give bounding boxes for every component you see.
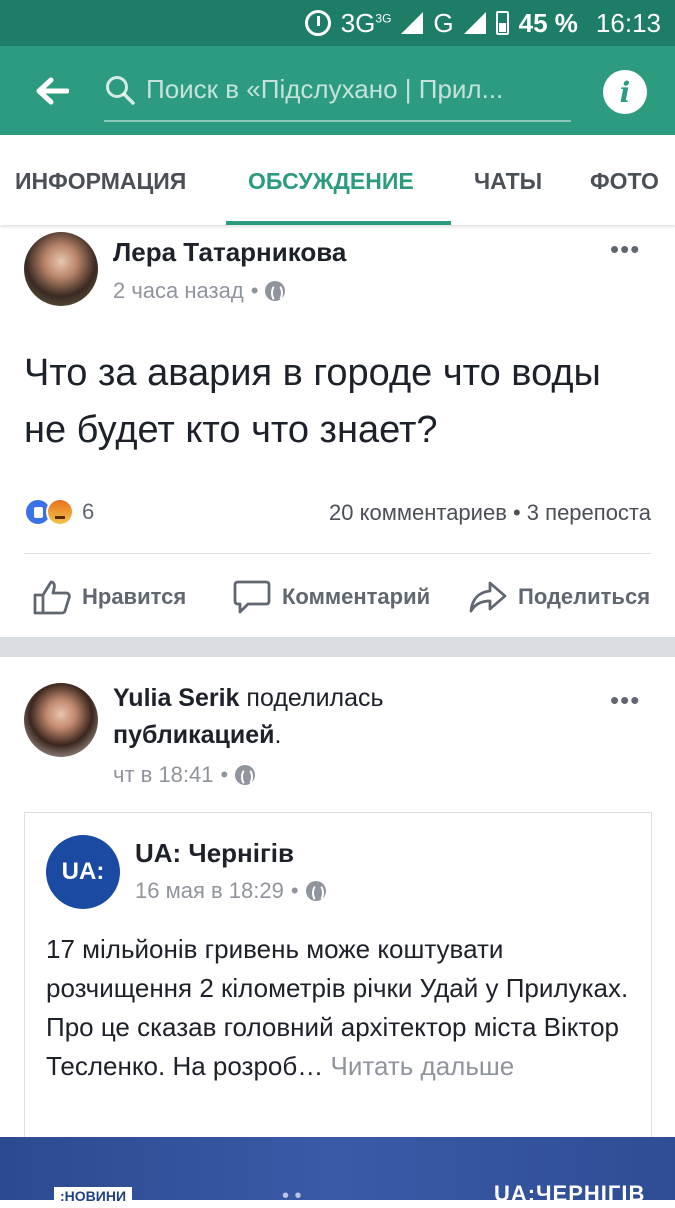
post-actions: Нравится Комментарий Поделиться [0, 565, 675, 629]
share-icon [469, 581, 507, 613]
author-avatar-2[interactable] [24, 683, 98, 757]
alarm-icon [304, 10, 331, 36]
media-preview[interactable]: :НОВИНИ • • UA:ЧЕРНІГІВ [0, 1137, 675, 1207]
network-type: 3G3G [340, 7, 392, 38]
tab-discussion[interactable]: ОБСУЖДЕНИЕ [248, 135, 414, 225]
post-separator [0, 637, 675, 657]
comments-shares-count[interactable]: 20 комментариев • 3 перепоста [329, 500, 651, 526]
globe-icon [235, 765, 256, 786]
share-label: Поделиться [518, 584, 651, 609]
post2-header-line1: Yulia Serik поделилась [113, 684, 384, 713]
comment-button[interactable]: Комментарий [232, 565, 430, 629]
post2-meta: чт в 18:41 • [113, 762, 256, 788]
angry-reaction-icon [46, 498, 74, 526]
thumbs-up-icon [33, 580, 71, 615]
signal-icon [401, 12, 424, 34]
comment-label: Комментарий [282, 584, 431, 609]
signal-icon-2 [463, 12, 486, 34]
tab-info[interactable]: ИНФОРМАЦИЯ [15, 135, 186, 225]
meta-separator: • [250, 278, 259, 303]
tab-chats[interactable]: ЧАТЫ [474, 135, 542, 225]
post2-options-button[interactable]: ••• [610, 687, 640, 713]
post2-period: . [274, 721, 282, 749]
post2-author[interactable]: Yulia Serik [113, 684, 239, 712]
post-text: Что за авария в городе что воды не будет… [24, 352, 601, 451]
post2-object[interactable]: публикацией [113, 721, 275, 749]
search-icon [106, 75, 135, 105]
tab-bar: ИНФОРМАЦИЯ ОБСУЖДЕНИЕ ЧАТЫ ФОТО [0, 135, 675, 225]
comment-icon [233, 580, 271, 614]
globe-icon [265, 281, 286, 302]
like-label: Нравится [82, 584, 187, 609]
shared-time[interactable]: 16 мая в 18:29 [135, 878, 284, 904]
shared-meta: 16 мая в 18:29 • [135, 878, 326, 904]
network-type-2: G [433, 7, 454, 38]
share-button[interactable]: Поделиться [468, 565, 650, 629]
search-placeholder: Поиск в «Підслухано | Прил... [146, 74, 504, 104]
read-more-link[interactable]: Читать дальше [331, 1051, 515, 1081]
battery-icon [495, 11, 509, 35]
search-input[interactable]: Поиск в «Підслухано | Прил... [104, 60, 571, 122]
news-badge: :НОВИНИ [54, 1187, 133, 1205]
clock: 16:13 [595, 7, 661, 38]
post-options-button[interactable]: ••• [610, 236, 640, 262]
post2-action: поделилась [246, 684, 384, 712]
back-button[interactable] [0, 46, 104, 135]
search-header: Поиск в «Підслухано | Прил... i [0, 46, 675, 135]
author-avatar[interactable] [24, 232, 98, 306]
page-logo[interactable]: UA: [46, 835, 120, 909]
like-button[interactable]: Нравится [32, 565, 186, 629]
shared-post-text: 17 мільйонів гривень може коштувати розч… [46, 930, 636, 1086]
post-time[interactable]: 2 часа назад [113, 278, 244, 304]
active-tab-indicator [226, 221, 451, 225]
banner-channel-text: UA:ЧЕРНІГІВ [494, 1181, 646, 1206]
back-arrow-icon [36, 77, 69, 104]
network-type-sup: 3G [375, 10, 392, 25]
battery-percent: 45 % [518, 7, 578, 38]
info-button[interactable]: i [603, 70, 647, 114]
post-author[interactable]: Лера Татарникова [113, 237, 346, 268]
post-meta: 2 часа назад • [113, 278, 286, 304]
tab-photos[interactable]: ФОТО [590, 135, 659, 225]
post2-header-line2: публикацией. [113, 721, 281, 750]
info-icon: i [619, 75, 631, 109]
banner-dots: • • [282, 1185, 302, 1207]
meta-separator: • [290, 878, 299, 903]
status-bar: 3G3G G 45 % 16:13 [0, 0, 675, 46]
reaction-summary[interactable]: 6 [24, 498, 94, 526]
post2-time[interactable]: чт в 18:41 [113, 762, 214, 788]
meta-separator: • [220, 762, 229, 787]
globe-icon [305, 881, 326, 902]
reaction-count: 6 [82, 499, 95, 524]
divider [24, 553, 651, 554]
shared-page-name[interactable]: UA: Чернігів [135, 838, 294, 869]
